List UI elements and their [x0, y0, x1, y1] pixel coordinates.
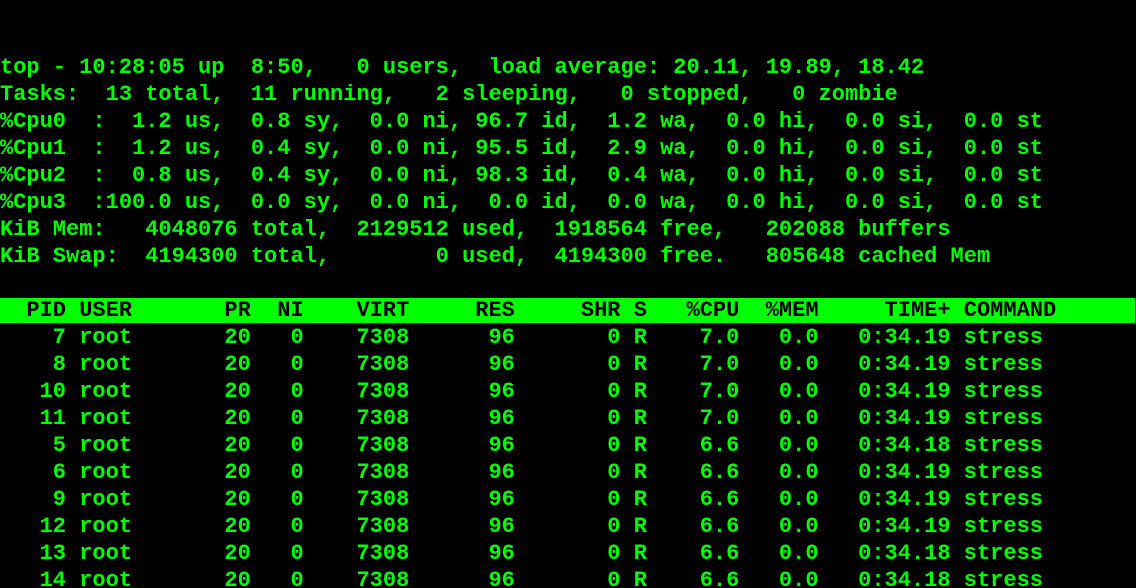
- terminal-viewport[interactable]: { "summary":{ "line1":"top - 10:28:05 up…: [0, 0, 1136, 588]
- process-table-header: PID USER PR NI VIRT RES SHR S %CPU %MEM …: [0, 298, 1135, 323]
- cpu1-line: %Cpu1 : 1.2 us, 0.4 sy, 0.0 ni, 95.5 id,…: [0, 136, 1043, 161]
- blank-line: [0, 271, 13, 296]
- cpu3-line: %Cpu3 :100.0 us, 0.0 sy, 0.0 ni, 0.0 id,…: [0, 190, 1043, 215]
- swap-line: KiB Swap: 4194300 total, 0 used, 4194300…: [0, 244, 990, 269]
- cpu0-line: %Cpu0 : 1.2 us, 0.8 sy, 0.0 ni, 96.7 id,…: [0, 109, 1043, 134]
- mem-line: KiB Mem: 4048076 total, 2129512 used, 19…: [0, 217, 951, 242]
- summary-line: top - 10:28:05 up 8:50, 0 users, load av…: [0, 55, 924, 80]
- tasks-line: Tasks: 13 total, 11 running, 2 sleeping,…: [0, 82, 898, 107]
- cpu2-line: %Cpu2 : 0.8 us, 0.4 sy, 0.0 ni, 98.3 id,…: [0, 163, 1043, 188]
- process-table-body: 7 root 20 0 7308 96 0 R 7.0 0.0 0:34.19 …: [0, 324, 1136, 588]
